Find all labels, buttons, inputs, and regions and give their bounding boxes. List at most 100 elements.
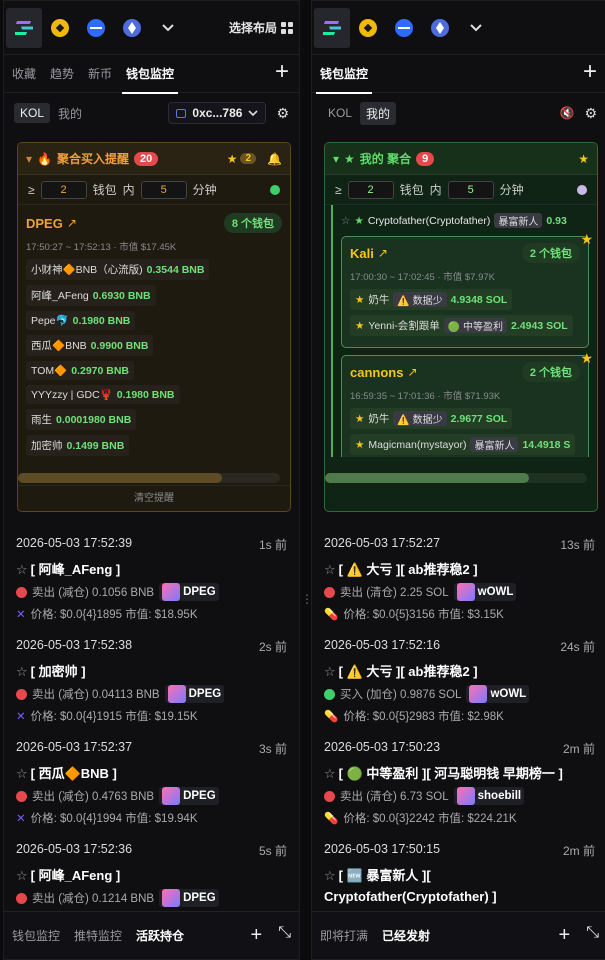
star-icon[interactable]: ★ [355,439,364,451]
settings-gear-icon[interactable]: ⚙ [276,105,289,122]
feed-item[interactable]: 2026-05-03 17:50:15 2m 前 ☆[ 🆕 暴富新人 ][Crypt… [312,834,605,911]
star-icon[interactable]: ★ [355,294,364,306]
external-link-icon[interactable]: ↗ [378,246,388,260]
star-outline-icon[interactable]: ☆ [16,766,28,781]
collapse-icon[interactable]: ⤡ [278,924,291,947]
segment-mine[interactable]: 我的 [52,102,88,125]
segment-mine[interactable]: 我的 [360,101,397,125]
eth-chain-button[interactable] [422,8,458,48]
token-chip[interactable]: DPEG [159,583,219,601]
eth-chain-button[interactable] [114,8,150,48]
feed-item[interactable]: 2026-05-03 17:52:36 5s 前 ☆[ 阿峰_AFeng ] 卖出 (… [4,834,299,911]
favorite-star-icon[interactable]: ★ [580,231,593,248]
star-outline-icon[interactable]: ☆ [16,868,28,883]
base-chain-button[interactable] [78,8,114,48]
tab-wallet-monitor[interactable]: 钱包监控 [315,55,373,94]
star-outline-icon[interactable]: ☆ [324,766,336,781]
feed-item[interactable]: 2026-05-03 17:52:27 13s 前 ☆[ ⚠️ 大亏 ][ ab推荐… [312,528,605,630]
wallet-row[interactable]: ★ Magicman(mystayor) 暴富新人 14.4918 S [350,434,576,455]
alert-header[interactable]: ▾ 🔥 聚合买入提醒 20 ★ 2 🔔 [18,143,290,175]
status-dot-icon[interactable] [270,184,280,195]
wallet-row[interactable]: Pepe🐬 0.1980 BNB [26,311,136,330]
wallet-row[interactable]: TOM🔶 0.2970 BNB [26,361,134,380]
status-dot-icon[interactable] [577,184,587,195]
star-outline-icon[interactable]: ☆ [16,664,28,679]
token-chip[interactable]: DPEG [164,685,225,703]
tab-new-coins[interactable]: 新币 [88,55,112,93]
solana-chain-button[interactable] [6,7,42,48]
solana-chain-button[interactable] [314,7,350,48]
min-wallets-input[interactable]: 2 [347,180,394,199]
token-chip[interactable]: wOWL [453,583,517,601]
feed-item[interactable]: 2026-05-03 17:52:39 1s 前 ☆[ 阿峰_AFeng ] 卖出 (… [4,528,299,630]
add-icon[interactable]: + [559,924,571,947]
wallet-row[interactable]: 加密帅 0.1499 BNB [26,435,130,456]
token-chip[interactable]: shoebill [453,787,525,805]
wallet-row[interactable]: ★ 奶牛 ⚠️ 数据少 2.9677 SOL [350,408,513,429]
tab-launched[interactable]: 已经发射 [378,912,435,959]
tab-trends[interactable]: 趋势 [50,55,74,93]
settings-gear-icon[interactable]: ⚙ [584,105,597,122]
token-card[interactable]: ★ cannons ↗ 2 个钱包 16:59:35 ~ 17:01:36 · 市值 $… [341,350,593,457]
star-icon[interactable]: ★ [355,320,364,332]
wallet-row[interactable]: 雨生 0.0001980 BNB [26,409,137,430]
token-name[interactable]: DPEG [26,216,63,231]
token-chip[interactable]: DPEG [159,889,219,907]
wallet-name[interactable]: Cryptofather(Cryptofather) [368,215,491,227]
star-icon[interactable]: ★ [355,413,364,425]
tab-wallet-monitor[interactable]: 钱包监控 [122,55,179,94]
wallet-row[interactable]: 阿峰_AFeng 0.6930 BNB [26,285,156,306]
token-chip[interactable]: DPEG [159,787,219,805]
star-outline-icon[interactable]: ☆ [324,562,336,577]
wallet-row[interactable]: YYYzzy | GDC🦞 0.1980 BNB [26,385,180,404]
base-chain-button[interactable] [386,8,422,48]
collapse-icon[interactable]: ⤡ [586,924,599,947]
collapse-triangle-icon[interactable]: ▾ [26,152,32,166]
add-tab-button[interactable]: + [583,58,597,86]
bell-icon[interactable]: 🔔 [267,152,282,166]
token-name[interactable]: cannons [350,365,403,380]
wallet-row[interactable]: ★ Yenni-会割跟单 🟢 中等盈利 2.4943 SOL [350,315,573,336]
token-name[interactable]: Kali [350,246,374,261]
tab-active-positions[interactable]: 活跃持仓 [132,912,189,959]
chevron-down-icon[interactable] [458,8,494,48]
external-link-icon[interactable]: ↗ [407,365,417,379]
select-layout-button[interactable]: 选择布局 [229,19,293,36]
star-outline-icon[interactable]: ☆ [324,664,336,679]
star-outline-icon[interactable]: ☆ [16,562,28,577]
external-link-icon[interactable]: ↗ [67,216,77,230]
token-chip[interactable]: wOWL [466,685,530,703]
resize-handle[interactable]: ⋮ [301,592,313,626]
tab-favorites[interactable]: 收藏 [12,55,36,93]
tab-twitter-monitor[interactable]: 推特监控 [74,912,122,960]
star-outline-icon[interactable]: ☆ [324,868,336,883]
mute-icon[interactable]: 🔇 [559,106,574,120]
wallet-row[interactable]: ★ 奶牛 ⚠️ 数据少 4.9348 SOL [350,289,513,310]
wallet-row[interactable]: 西瓜🔶BNB 0.9900 BNB [26,335,154,356]
wallet-row[interactable]: 小财神🔶BNB（心流版) 0.3544 BNB [26,259,210,280]
segment-kol[interactable]: KOL [14,103,51,123]
add-tab-button[interactable]: + [275,58,289,86]
tab-wallet-monitor-bottom[interactable]: 钱包监控 [12,912,60,960]
wallet-address-dropdown[interactable]: 0xc...786 [168,102,267,124]
horizontal-scrollbar[interactable] [18,473,280,483]
star-filter-icon[interactable]: ★ [578,152,589,166]
tab-about-to-fill[interactable]: 即将打满 [320,912,368,960]
star-filter[interactable]: ★ 2 [227,152,257,166]
alert-header[interactable]: ▾ ★ 我的 聚合 9 ★ [325,143,597,175]
bnb-chain-button[interactable] [42,8,78,48]
feed-item[interactable]: 2026-05-03 17:52:38 2s 前 ☆[ 加密帅 ] 卖出 (减仓) 0… [4,630,299,732]
feed-item[interactable]: 2026-05-03 17:50:23 2m 前 ☆[ 🟢 中等盈利 ][ 河马聪明… [312,732,605,834]
collapse-triangle-icon[interactable]: ▾ [333,152,339,166]
chevron-down-icon[interactable] [150,8,186,48]
bnb-chain-button[interactable] [350,8,386,48]
min-wallets-input[interactable]: 2 [40,180,87,199]
feed-item[interactable]: 2026-05-03 17:52:37 3s 前 ☆[ 西瓜🔶BNB ] 卖出 (减仓… [4,732,299,834]
clear-alerts-button[interactable]: 清空提醒 [18,485,290,511]
minutes-input[interactable]: 5 [447,180,494,199]
feed-item[interactable]: 2026-05-03 17:52:16 24s 前 ☆[ ⚠️ 大亏 ][ ab推荐… [312,630,605,732]
favorite-star-icon[interactable]: ★ [580,350,593,367]
horizontal-scrollbar[interactable] [325,473,587,483]
add-icon[interactable]: + [251,924,263,947]
token-card[interactable]: ★ Kali ↗ 2 个钱包 17:00:30 ~ 17:02:45 · 市值 $7.9… [341,231,593,348]
